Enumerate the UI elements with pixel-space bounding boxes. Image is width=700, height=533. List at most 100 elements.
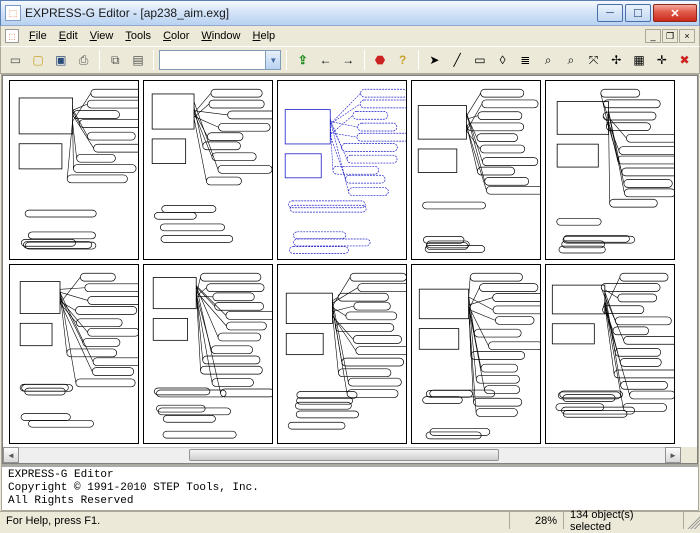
zoom-fit-button[interactable]: ⤧ [583,49,604,71]
menu-help[interactable]: Help [247,28,282,44]
menu-file[interactable]: File [23,28,53,44]
line-tool-button[interactable]: ╱ [447,49,468,71]
schema-combo[interactable]: ▼ [159,50,281,70]
nav-up-button[interactable]: ⇪ [292,49,313,71]
menu-tools[interactable]: Tools [119,28,157,44]
scroll-track[interactable] [19,447,665,463]
diagram-page[interactable] [9,80,139,260]
separator [99,50,100,70]
save-button[interactable]: ▣ [50,49,71,71]
pointer-icon: ➤ [429,53,439,67]
open-icon: ▢ [32,53,43,67]
grid-button[interactable]: ▦ [629,49,650,71]
diagram-page[interactable] [143,264,273,444]
maximize-button[interactable]: ☐ [625,4,651,22]
rect-icon: ▭ [474,53,485,67]
print-icon: ⎙ [79,53,89,68]
line-icon: ╱ [454,53,461,67]
diagram-page[interactable] [545,80,675,260]
close-button[interactable]: ✕ [653,4,697,22]
help-icon: ? [399,53,406,67]
stop-icon: ⬣ [375,53,385,67]
zoom-fit-icon: ⤧ [589,53,599,68]
nav-prev-button[interactable]: ← [315,49,336,71]
output-line-1: EXPRESS-G Editor [8,469,114,481]
zoom-out-icon: ⌕ [567,53,574,68]
window-buttons: ─ ☐ ✕ [597,4,697,22]
open-button[interactable]: ▢ [28,49,49,71]
delete-icon: ✖ [679,53,689,67]
scroll-right-button[interactable]: ► [665,447,681,463]
pointer-tool-button[interactable]: ➤ [424,49,445,71]
status-selection: 134 object(s) selected [564,512,684,529]
arrow-left-icon: ← [319,53,331,67]
horizontal-scrollbar[interactable]: ◄ ► [3,447,697,463]
rect-tool-button[interactable]: ▭ [470,49,491,71]
arrow-right-icon: → [342,53,354,67]
title-bar: ⬚ EXPRESS-G Editor - [ap238_aim.exg] ─ ☐… [0,0,700,26]
menu-bar: ⬚ File Edit View Tools Color Window Help… [0,26,700,46]
zoom-in-button[interactable]: ⌕ [538,49,559,71]
copy-button[interactable]: ⧉ [105,49,126,71]
paste-icon: ▤ [132,53,143,67]
diagram-page[interactable] [411,80,541,260]
save-icon: ▣ [55,53,66,67]
separator [418,50,419,70]
status-bar: For Help, press F1. 28% 134 object(s) se… [0,511,700,529]
find-button[interactable]: ✢ [606,49,627,71]
round-icon: ◊ [500,53,506,67]
menu-view[interactable]: View [84,28,120,44]
align-tool-button[interactable]: ≣ [515,49,536,71]
snap-icon: ✛ [657,53,667,67]
menu-color[interactable]: Color [157,28,195,44]
resize-grip[interactable] [684,513,700,529]
diagram-canvas[interactable]: ◄ ► [1,74,699,465]
output-line-3: All Rights Reserved [8,495,133,507]
menu-window[interactable]: Window [195,28,246,44]
scroll-left-button[interactable]: ◄ [3,447,19,463]
page-grid [9,80,675,444]
output-panel: EXPRESS-G Editor Copyright © 1991-2010 S… [1,465,699,511]
diagram-page[interactable] [545,264,675,444]
output-line-2: Copyright © 1991-2010 STEP Tools, Inc. [8,482,259,494]
mdi-close-button[interactable]: × [679,29,695,43]
find-icon: ✢ [611,53,621,67]
window-title: EXPRESS-G Editor - [ap238_aim.exg] [25,6,593,20]
scroll-corner [681,447,697,463]
mdi-restore-button[interactable]: ❐ [662,29,678,43]
delete-button[interactable]: ✖ [674,49,695,71]
zoom-in-icon: ⌕ [545,53,552,68]
mdi-document-icon: ⬚ [5,29,19,43]
canvas-inner: ◄ ► [3,76,697,463]
stop-button[interactable]: ⬣ [370,49,391,71]
nav-next-button[interactable]: → [338,49,359,71]
snap-button[interactable]: ✛ [651,49,672,71]
menu-edit[interactable]: Edit [53,28,84,44]
chevron-down-icon: ▼ [265,51,280,69]
app-icon: ⬚ [5,5,21,21]
new-button[interactable]: ▭ [5,49,26,71]
align-icon: ≣ [520,53,530,67]
round-tool-button[interactable]: ◊ [492,49,513,71]
paste-button[interactable]: ▤ [128,49,149,71]
context-help-button[interactable]: ? [392,49,413,71]
scroll-thumb[interactable] [189,449,499,461]
diagram-page[interactable] [9,264,139,444]
grid-icon: ▦ [633,53,644,67]
zoom-out-button[interactable]: ⌕ [560,49,581,71]
minimize-button[interactable]: ─ [597,4,623,22]
copy-icon: ⧉ [111,53,120,68]
arrow-up-icon: ⇪ [298,53,308,67]
diagram-page[interactable] [143,80,273,260]
separator [364,50,365,70]
diagram-page[interactable] [277,264,407,444]
mdi-minimize-button[interactable]: _ [645,29,661,43]
separator [286,50,287,70]
status-zoom: 28% [510,512,564,529]
mdi-window-buttons: _ ❐ × [645,29,697,43]
status-help: For Help, press F1. [0,512,510,529]
print-button[interactable]: ⎙ [73,49,94,71]
diagram-page[interactable] [277,80,407,260]
toolbar: ▭ ▢ ▣ ⎙ ⧉ ▤ ▼ ⇪ ← → ⬣ ? ➤ ╱ ▭ ◊ ≣ ⌕ ⌕ ⤧ … [0,46,700,74]
diagram-page[interactable] [411,264,541,444]
